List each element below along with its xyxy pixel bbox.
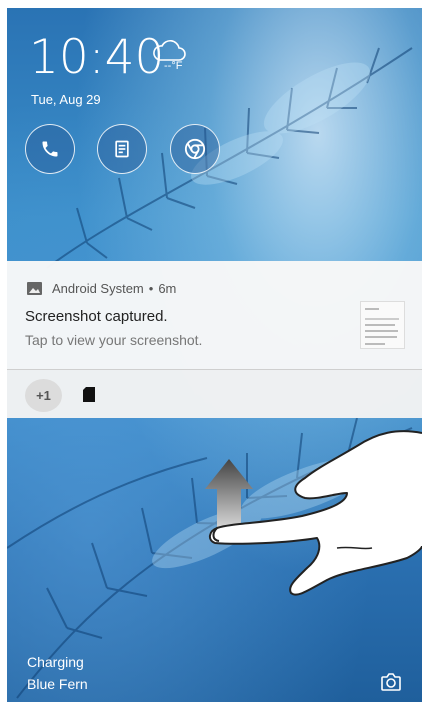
temperature: --°F: [164, 60, 183, 72]
thumbnail-line: [365, 336, 397, 338]
notification-app-name: Android System: [52, 281, 144, 296]
weather-widget[interactable]: --°F: [152, 38, 192, 78]
thumbnail-line: [365, 308, 379, 310]
more-notifications-badge[interactable]: +1: [25, 379, 62, 412]
notification-age: 6m: [158, 281, 177, 296]
thumbnail-line: [365, 318, 399, 320]
wallpaper-name: Blue Fern: [27, 676, 88, 692]
phone-shortcut-button[interactable]: [25, 124, 75, 174]
notification-overflow-bar[interactable]: +1: [7, 370, 422, 418]
sd-card-icon: [83, 387, 95, 402]
screenshot-notification[interactable]: Android System • 6m Screenshot captured.…: [7, 261, 422, 369]
chrome-shortcut-button[interactable]: [170, 124, 220, 174]
thumbnail-line: [365, 324, 395, 326]
clock-block: 10:40: [29, 34, 164, 81]
thumbnail-line: [365, 330, 398, 332]
notification-separator: •: [148, 281, 154, 296]
clock: 10:40: [29, 30, 165, 85]
thumbnail-line: [365, 343, 385, 345]
camera-icon[interactable]: [379, 670, 403, 694]
phone-icon: [42, 141, 58, 157]
memo-icon: [115, 140, 129, 158]
notification-text: Tap to view your screenshot.: [25, 332, 203, 348]
charging-status: Charging: [27, 654, 84, 670]
hand-gesture-icon: [209, 430, 422, 596]
screenshot-thumbnail[interactable]: [360, 301, 405, 349]
date: Tue, Aug 29: [31, 92, 101, 107]
memo-shortcut-button[interactable]: [97, 124, 147, 174]
chrome-icon: [184, 138, 206, 160]
lock-screen: 10:40 --°F Tue, Aug 29 Android System • …: [7, 8, 422, 702]
notification-header: Android System • 6m: [27, 281, 176, 296]
notification-title: Screenshot captured.: [25, 308, 168, 325]
image-icon: [27, 282, 42, 295]
cloud-icon: [153, 40, 186, 61]
